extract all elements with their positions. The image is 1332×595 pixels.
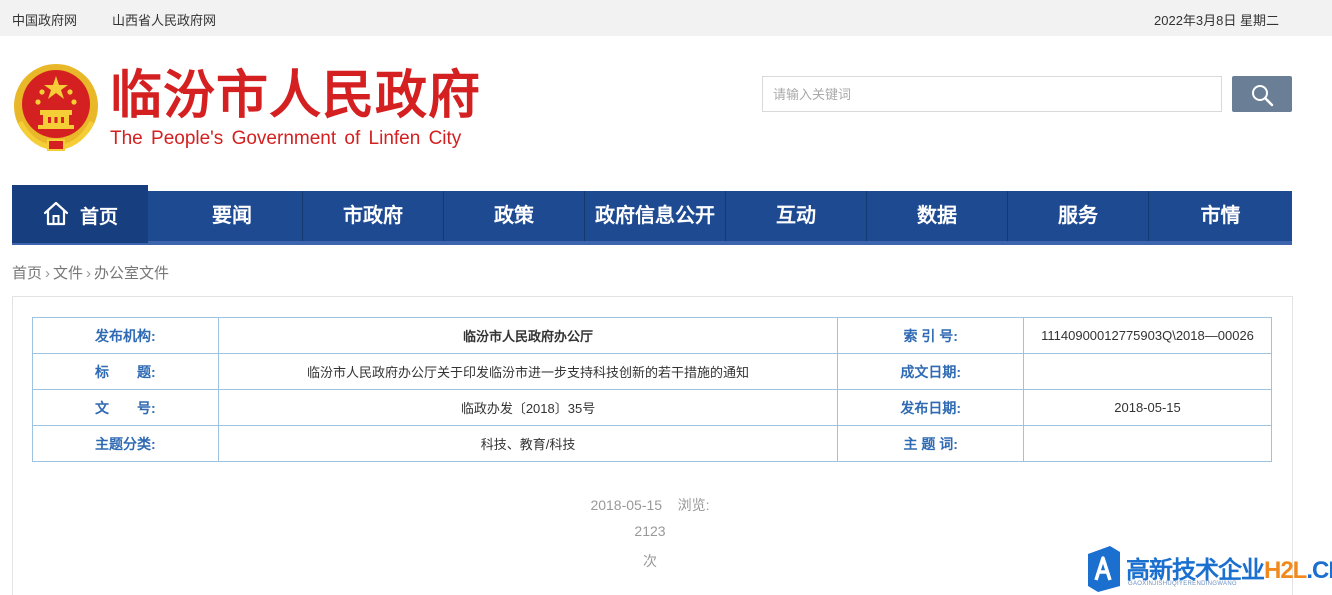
label-written-date: 成文日期: [837, 353, 1025, 390]
table-row: 发布机构: 临汾市人民政府办公厅 索 引 号: 1114090001277590… [32, 317, 1272, 354]
label-keywords: 主 题 词: [837, 425, 1025, 462]
table-row: 文 号: 临政办发〔2018〕35号 发布日期: 2018-05-15 [32, 389, 1272, 426]
nav-item-city-profile[interactable]: 市情 [1149, 191, 1292, 241]
watermark-logo-icon [1088, 546, 1120, 592]
value-document-number: 临政办发〔2018〕35号 [217, 389, 839, 426]
value-index-number: 11140900012775903Q\2018—00026 [1023, 317, 1272, 354]
label-index-number: 索 引 号: [837, 317, 1025, 354]
publish-info: 2018-05-15 浏览: [560, 495, 740, 515]
nav-item-services[interactable]: 服务 [1008, 191, 1149, 241]
home-icon [43, 201, 69, 226]
breadcrumb-home[interactable]: 首页 [12, 265, 42, 282]
nav-item-policy[interactable]: 政策 [444, 191, 585, 241]
publish-date: 2018-05-15 [590, 497, 663, 513]
label-title: 标 题: [32, 353, 219, 390]
breadcrumb: 首页 › 文件 › 办公室文件 [12, 262, 169, 283]
value-keywords [1023, 425, 1272, 462]
value-topic-category: 科技、教育/科技 [217, 425, 839, 462]
value-title: 临汾市人民政府办公厅关于印发临汾市进一步支持科技创新的若干措施的通知 [217, 353, 839, 390]
nav-item-news[interactable]: 要闻 [162, 191, 303, 241]
site-title: 临汾市人民政府 [110, 65, 482, 126]
site-subtitle: The People's Government of Linfen City [110, 128, 462, 149]
top-bar: 中国政府网 山西省人民政府网 2022年3月8日 星期二 [0, 0, 1332, 36]
table-row: 主题分类: 科技、教育/科技 主 题 词: [32, 425, 1272, 462]
breadcrumb-office-files[interactable]: 办公室文件 [94, 265, 169, 282]
watermark-text: 高新技术企业H2L.CN [1126, 557, 1332, 584]
views-label: 浏览: [677, 497, 710, 513]
nav-home-label: 首页 [80, 207, 119, 228]
search-icon [1252, 85, 1274, 107]
nav-item-info-disclosure[interactable]: 政府信息公开 [585, 191, 726, 241]
nav-item-city-gov[interactable]: 市政府 [303, 191, 444, 241]
table-row: 标 题: 临汾市人民政府办公厅关于印发临汾市进一步支持科技创新的若干措施的通知 … [32, 353, 1272, 390]
national-emblem-icon[interactable] [12, 62, 100, 154]
label-publish-date: 发布日期: [837, 389, 1025, 426]
link-gov-cn[interactable]: 中国政府网 [12, 10, 77, 29]
nav-item-data[interactable]: 数据 [867, 191, 1008, 241]
chevron-right-icon: › [45, 265, 51, 282]
search-input[interactable] [762, 76, 1222, 112]
watermark-subtext: GAOXINJISHUQIYERENDINGWANG [1128, 581, 1237, 587]
value-publish-date: 2018-05-15 [1023, 389, 1272, 426]
value-publisher: 临汾市人民政府办公厅 [217, 317, 839, 354]
label-document-number: 文 号: [32, 389, 219, 426]
value-written-date [1023, 353, 1272, 390]
document-meta-table: 发布机构: 临汾市人民政府办公厅 索 引 号: 1114090001277590… [32, 317, 1272, 462]
main-nav: 要闻 市政府 政策 政府信息公开 互动 数据 服务 市情 [12, 191, 1292, 245]
views-unit: 次 [643, 553, 657, 569]
nav-item-interaction[interactable]: 互动 [726, 191, 867, 241]
chevron-right-icon: › [86, 265, 92, 282]
watermark: 高新技术企业H2L.CN GAOXINJISHUQIYERENDINGWANG [1084, 544, 1332, 595]
breadcrumb-files[interactable]: 文件 [53, 265, 83, 282]
current-date: 2022年3月8日 星期二 [1154, 13, 1279, 28]
label-publisher: 发布机构: [32, 317, 219, 354]
label-topic-category: 主题分类: [32, 425, 219, 462]
search-button[interactable] [1232, 76, 1292, 112]
views-count: 2123 [634, 523, 666, 539]
link-shanxi-gov[interactable]: 山西省人民政府网 [112, 10, 216, 29]
nav-item-home[interactable]: 首页 [12, 185, 148, 243]
